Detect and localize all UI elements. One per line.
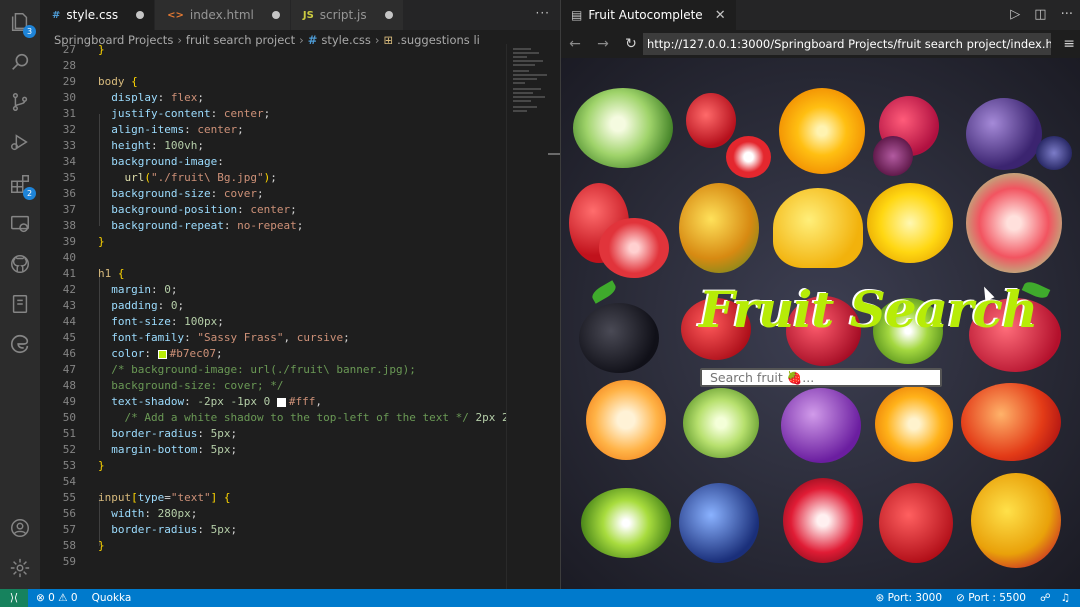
code-line: 55 input[type="text"] {: [62, 491, 231, 504]
color-swatch-icon[interactable]: [276, 397, 286, 407]
code-line: 59: [62, 555, 76, 568]
editor-tab-bar: # style.css <> index.html JS script.js ·…: [40, 0, 560, 30]
code-line: 38 background-repeat: no-repeat;: [62, 219, 304, 232]
code-line: 45 font-family: "Sassy Frass", cursive;: [62, 331, 350, 344]
tab-script-js[interactable]: JS script.js: [290, 0, 404, 30]
code-line: 37 background-position: center;: [62, 203, 297, 216]
activity-bar: 3 2: [0, 0, 40, 589]
search-icon[interactable]: [8, 50, 32, 74]
code-area[interactable]: 27} 28 29 body { 30 display: flex; 31 jus…: [40, 42, 506, 572]
minimap[interactable]: [506, 44, 560, 589]
code-line: 42 margin: 0;: [62, 283, 178, 296]
code-line: 33 height: 100vh;: [62, 139, 204, 152]
explorer-badge: 3: [23, 25, 36, 38]
search-input[interactable]: [700, 368, 942, 387]
browser-preview: ▤ Fruit Autocomplete ✕ ▷ ◫ ··· ← → ↻ htt…: [560, 0, 1080, 589]
code-line: 39}: [62, 235, 105, 248]
code-line: 30 display: flex;: [62, 91, 204, 104]
remote-indicator-icon[interactable]: ⟩⟨: [0, 589, 28, 607]
code-line: 58}: [62, 539, 105, 552]
code-editor: # style.css <> index.html JS script.js ·…: [40, 0, 560, 589]
unsaved-dot-icon[interactable]: [136, 11, 145, 19]
page-title: Fruit Search: [699, 280, 1038, 339]
tab-label: index.html: [189, 8, 254, 22]
code-line: 32 align-items: center;: [62, 123, 244, 136]
run-debug-icon[interactable]: [8, 130, 32, 154]
no-entry-icon: ⊘: [956, 592, 969, 604]
css-file-icon: #: [52, 9, 61, 21]
port-3000-status[interactable]: ⊛ Port: 3000: [875, 592, 942, 604]
source-control-icon[interactable]: [8, 90, 32, 114]
code-line: 31 justify-content: center;: [62, 107, 271, 120]
unsaved-dot-icon[interactable]: [384, 11, 393, 19]
code-line: 40: [62, 251, 76, 264]
code-line: 34 background-image:: [62, 155, 224, 168]
code-line: 35 url("./fruit\ Bg.jpg");: [62, 171, 277, 184]
extensions-icon[interactable]: 2: [8, 172, 36, 200]
code-line: 54: [62, 475, 76, 488]
color-swatch-icon[interactable]: [157, 349, 167, 359]
unsaved-dot-icon[interactable]: [271, 11, 280, 19]
edge-tools-icon[interactable]: [8, 332, 32, 356]
more-actions-icon[interactable]: ···: [536, 6, 550, 20]
url-bar[interactable]: http://127.0.0.1:3000/Springboard Projec…: [643, 33, 1051, 55]
back-icon[interactable]: ←: [563, 36, 587, 52]
code-line: 27}: [62, 43, 105, 56]
close-icon[interactable]: ✕: [715, 8, 726, 23]
code-line: 56 width: 280px;: [62, 507, 198, 520]
code-line: 46 color: #b7ec07;: [62, 347, 223, 360]
error-icon: ⊗: [36, 592, 49, 604]
status-bar: ⟩⟨ ⊗ 0 ⚠ 0 Quokka ⊛ Port: 3000 ⊘ Port : …: [0, 589, 1080, 607]
code-line: 49 text-shadow: -2px -1px 0 #fff,: [62, 395, 322, 408]
run-icon[interactable]: ▷: [1010, 7, 1020, 22]
scrollbar-thumb[interactable]: [548, 153, 560, 155]
split-editor-icon[interactable]: ◫: [1034, 7, 1046, 22]
code-line: 57 border-radius: 5px;: [62, 523, 238, 536]
html-file-icon: <>: [167, 9, 184, 21]
code-line: 43 padding: 0;: [62, 299, 185, 312]
code-line: 47 /* background-image: url(./fruit\ ban…: [62, 363, 416, 376]
bell-icon[interactable]: ♫: [1061, 592, 1070, 604]
problems-indicator[interactable]: ⊗ 0 ⚠ 0: [36, 592, 78, 604]
tab-label: script.js: [319, 8, 367, 22]
tab-label: style.css: [66, 8, 119, 22]
code-line: 41 h1 {: [62, 267, 125, 280]
browser-nav-bar: ← → ↻ http://127.0.0.1:3000/Springboard …: [561, 30, 1080, 58]
code-line: 53}: [62, 459, 105, 472]
menu-icon[interactable]: ≡: [1063, 36, 1075, 52]
reload-icon[interactable]: ↻: [619, 36, 643, 52]
feedback-icon[interactable]: ☍: [1040, 592, 1051, 604]
warning-icon: ⚠: [54, 592, 71, 604]
code-line: 44 font-size: 100px;: [62, 315, 224, 328]
code-line: 29 body {: [62, 75, 138, 88]
forward-icon[interactable]: →: [591, 36, 615, 52]
browser-icon: ▤: [571, 8, 583, 22]
code-line: 28: [62, 59, 76, 72]
browser-tab-bar: ▤ Fruit Autocomplete ✕ ▷ ◫ ···: [561, 0, 1080, 30]
tab-fruit-autocomplete[interactable]: ▤ Fruit Autocomplete ✕: [561, 0, 736, 30]
code-line: 52 margin-bottom: 5px;: [62, 443, 238, 456]
more-actions-icon[interactable]: ···: [1061, 7, 1073, 22]
quokka-status[interactable]: Quokka: [92, 592, 132, 604]
page-viewport: Fruit Search: [561, 58, 1080, 589]
port-5500-status[interactable]: ⊘ Port : 5500: [956, 592, 1026, 604]
code-line: 50 /* Add a white shadow to the top-left…: [62, 411, 506, 424]
extensions-badge: 2: [23, 187, 36, 200]
notebook-icon[interactable]: [8, 292, 32, 316]
explorer-icon[interactable]: 3: [8, 10, 36, 38]
code-line: 51 border-radius: 5px;: [62, 427, 238, 440]
gear-icon[interactable]: [8, 556, 32, 580]
remote-explorer-icon[interactable]: [8, 212, 32, 236]
tab-index-html[interactable]: <> index.html: [155, 0, 291, 30]
tab-style-css[interactable]: # style.css: [40, 0, 156, 30]
broadcast-icon: ⊛: [875, 592, 888, 604]
github-icon[interactable]: [8, 252, 32, 276]
code-line: 48 background-size: cover; */: [62, 379, 284, 392]
account-icon[interactable]: [8, 516, 32, 540]
code-line: 36 background-size: cover;: [62, 187, 264, 200]
js-file-icon: JS: [302, 9, 314, 21]
tab-label: Fruit Autocomplete: [588, 8, 703, 22]
